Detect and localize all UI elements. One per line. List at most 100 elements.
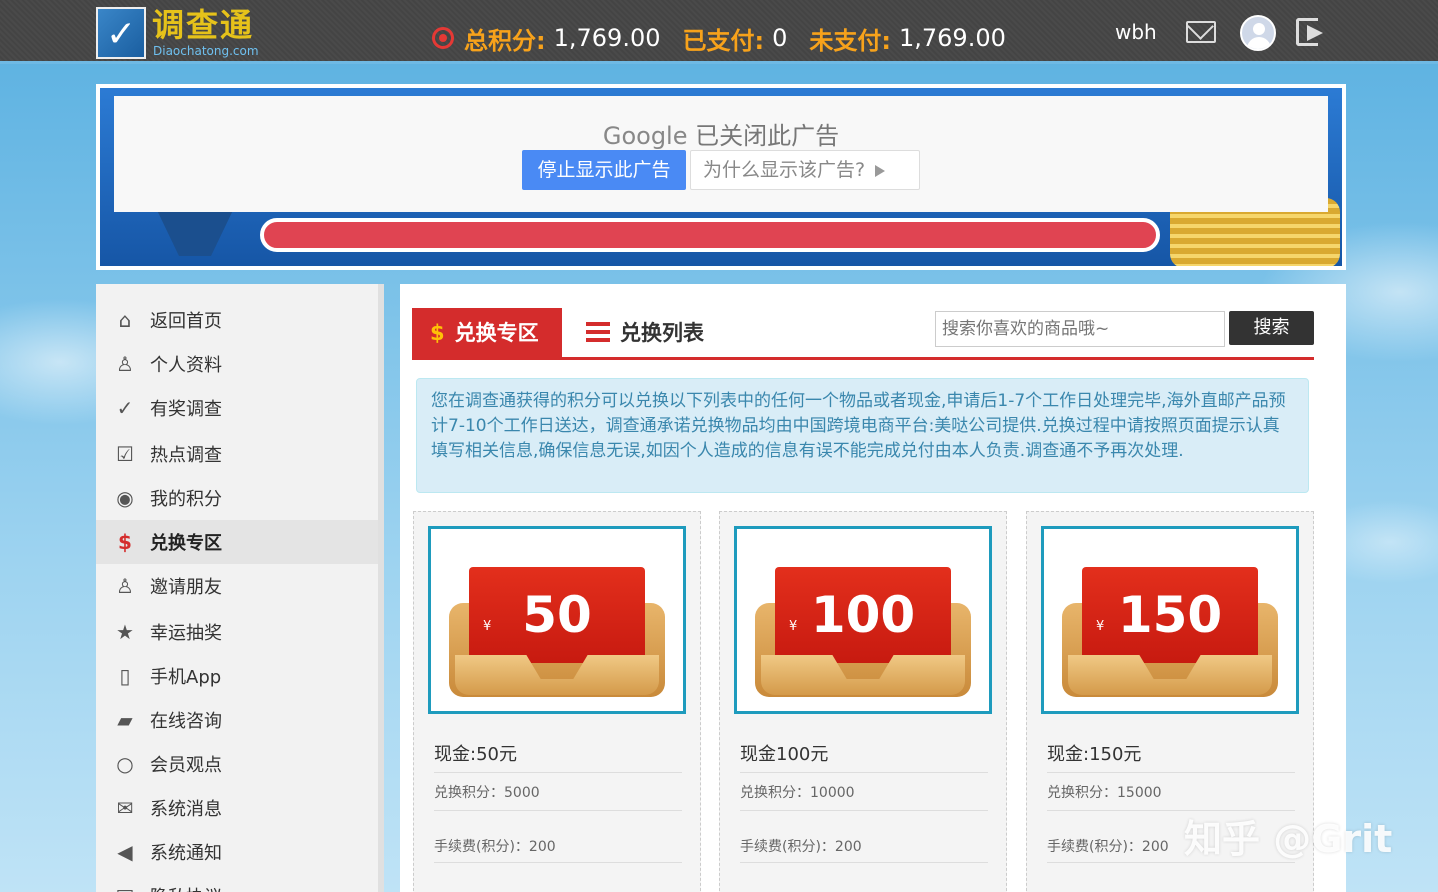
sidebar-item-label: 返回首页: [150, 311, 222, 332]
sidebar-item-invite[interactable]: ♙ 邀请朋友: [96, 564, 378, 608]
product-fee: 手续费(积分)：200: [740, 836, 988, 863]
sidebar-item-messages[interactable]: ✉ 系统消息: [96, 786, 378, 830]
cash-tray-graphic: 100 ¥: [755, 567, 971, 697]
logo-check-icon: ✓: [96, 7, 146, 59]
google-brand: Google: [602, 122, 688, 150]
total-points-label: 总积分:: [464, 26, 546, 55]
main-content: $ 兑换专区 兑换列表 搜索 您在调查通获得的积分可以兑换以下列表中的任何一个物品…: [400, 284, 1346, 892]
banner-red-bar: [260, 218, 1160, 252]
user-icon: ♙: [116, 352, 134, 376]
product-amount: 150: [1117, 586, 1223, 644]
search-button[interactable]: 搜索: [1229, 311, 1314, 345]
adchoices-icon: [875, 164, 886, 177]
sidebar-item-label: 兑换专区: [150, 533, 222, 554]
top-bar: ✓ 调查通 Diaochatong.com 总积分: 1,769.00 已支付:…: [0, 0, 1438, 64]
sidebar-item-label: 有奖调查: [150, 399, 222, 420]
sidebar-item-my-points[interactable]: ◉ 我的积分: [96, 476, 378, 520]
username[interactable]: wbh: [1115, 20, 1157, 44]
sidebar-item-label: 系统消息: [150, 799, 222, 820]
sidebar-item-label: 我的积分: [150, 489, 222, 510]
star-icon: ★: [116, 620, 134, 644]
checkbox-icon: ☑: [116, 442, 134, 466]
sidebar-item-label: 个人资料: [150, 355, 222, 376]
logo-name: 调查通: [152, 6, 255, 44]
mail-icon[interactable]: [1186, 21, 1216, 43]
list-icon: [586, 322, 610, 342]
chat-icon: ▰: [117, 708, 133, 732]
dollar-icon: $: [430, 321, 445, 345]
tab-exchange-list[interactable]: 兑换列表: [586, 308, 704, 358]
product-points: 兑换积分：5000: [434, 782, 682, 811]
sidebar-item-label: 邀请朋友: [150, 577, 222, 598]
product-amount: 50: [522, 586, 592, 644]
sidebar-item-label: 在线咨询: [150, 711, 222, 732]
megaphone-icon: ◀: [117, 840, 133, 864]
exchange-notice: 您在调查通获得的积分可以兑换以下列表中的任何一个物品或者现金,申请后1-7个工作…: [416, 378, 1309, 493]
envelope-icon: ✉: [116, 796, 134, 820]
sidebar-item-label: 会员观点: [150, 755, 222, 776]
tab-label: 兑换列表: [620, 321, 704, 345]
product-points: 兑换积分：15000: [1047, 782, 1295, 811]
sidebar-item-hot-surveys[interactable]: ☑ 热点调查: [96, 432, 378, 476]
product-fee: 手续费(积分)：200: [434, 836, 682, 863]
total-points-value: 1,769.00: [553, 24, 661, 52]
product-name[interactable]: 现金100元: [740, 740, 988, 773]
sidebar-item-surveys[interactable]: ✓ 有奖调查: [96, 386, 378, 430]
product-name[interactable]: 现金:150元: [1047, 740, 1295, 773]
document-icon: ▤: [114, 885, 136, 892]
logo-subtitle: Diaochatong.com: [153, 44, 259, 58]
sidebar-item-privacy[interactable]: ▤ 隐私协议: [96, 874, 378, 892]
yen-symbol: ¥: [1096, 619, 1105, 634]
banner-star-graphic: [155, 206, 235, 256]
sidebar-item-opinions[interactable]: ○ 会员观点: [96, 742, 378, 786]
site-logo[interactable]: ✓ 调查通 Diaochatong.com: [96, 7, 266, 59]
why-ad-button[interactable]: 为什么显示该广告?: [690, 150, 920, 190]
product-amount: 100: [810, 586, 916, 644]
tab-label: 兑换专区: [454, 321, 539, 345]
sidebar-item-label: 系统通知: [150, 843, 222, 864]
sidebar-item-home[interactable]: ⌂ 返回首页: [96, 298, 378, 342]
sidebar-item-label: 隐私协议: [150, 883, 222, 892]
sidebar-item-app[interactable]: ▯ 手机App: [96, 654, 378, 698]
sidebar-item-consult[interactable]: ▰ 在线咨询: [96, 698, 378, 742]
search-input[interactable]: [935, 311, 1225, 347]
cash-tray-graphic: 50 ¥: [449, 567, 665, 697]
product-points: 兑换积分：10000: [740, 782, 988, 811]
avatar[interactable]: [1240, 15, 1276, 51]
sidebar: ⌂ 返回首页 ♙ 个人资料 ✓ 有奖调查 ☑ 热点调查 ◉ 我的积分 $ 兑换专…: [96, 284, 384, 892]
sidebar-item-label: 手机App: [150, 667, 222, 688]
points-icon: ◉: [116, 486, 134, 510]
cash-tray-graphic: 150 ¥: [1062, 567, 1278, 697]
target-icon: [432, 27, 454, 49]
sidebar-item-exchange[interactable]: $ 兑换专区: [96, 520, 378, 564]
product-name[interactable]: 现金:50元: [434, 740, 682, 773]
unpaid-value: 1,769.00: [898, 24, 1006, 52]
ad-closed-panel: Google 已关闭此广告 停止显示此广告 为什么显示该广告?: [114, 96, 1328, 212]
tab-exchange-zone[interactable]: $ 兑换专区: [412, 308, 562, 358]
paid-value: 0: [772, 24, 788, 52]
add-user-icon: ♙: [116, 574, 134, 598]
product-card[interactable]: 50 ¥ 现金:50元 兑换积分：5000 手续费(积分)：200: [413, 511, 701, 892]
sidebar-item-label: 热点调查: [150, 445, 222, 466]
dollar-icon: $: [118, 530, 132, 554]
stop-ad-button[interactable]: 停止显示此广告: [522, 150, 686, 190]
ad-closed-text: 已关闭此广告: [695, 122, 840, 150]
points-summary: 总积分: 1,769.00 已支付: 0 未支付: 1,769.00: [432, 20, 1028, 56]
sidebar-item-notices[interactable]: ◀ 系统通知: [96, 830, 378, 874]
watermark: 知乎 @Grit: [1184, 817, 1393, 861]
product-image[interactable]: 100 ¥: [734, 526, 992, 714]
product-card[interactable]: 100 ¥ 现金100元 兑换积分：10000 手续费(积分)：200: [719, 511, 1007, 892]
product-image[interactable]: 150 ¥: [1041, 526, 1299, 714]
sidebar-item-lottery[interactable]: ★ 幸运抽奖: [96, 610, 378, 654]
logout-icon[interactable]: [1296, 18, 1323, 46]
yen-symbol: ¥: [789, 619, 798, 634]
sidebar-item-profile[interactable]: ♙ 个人资料: [96, 342, 378, 386]
ad-closed-title: Google 已关闭此广告: [114, 116, 1328, 151]
comment-icon: ○: [116, 752, 134, 776]
sidebar-item-label: 幸运抽奖: [150, 623, 222, 644]
phone-icon: ▯: [119, 664, 131, 688]
yen-symbol: ¥: [483, 619, 492, 634]
product-image[interactable]: 50 ¥: [428, 526, 686, 714]
unpaid-label: 未支付:: [809, 26, 891, 55]
ad-banner: Google 已关闭此广告 停止显示此广告 为什么显示该广告?: [96, 84, 1346, 270]
